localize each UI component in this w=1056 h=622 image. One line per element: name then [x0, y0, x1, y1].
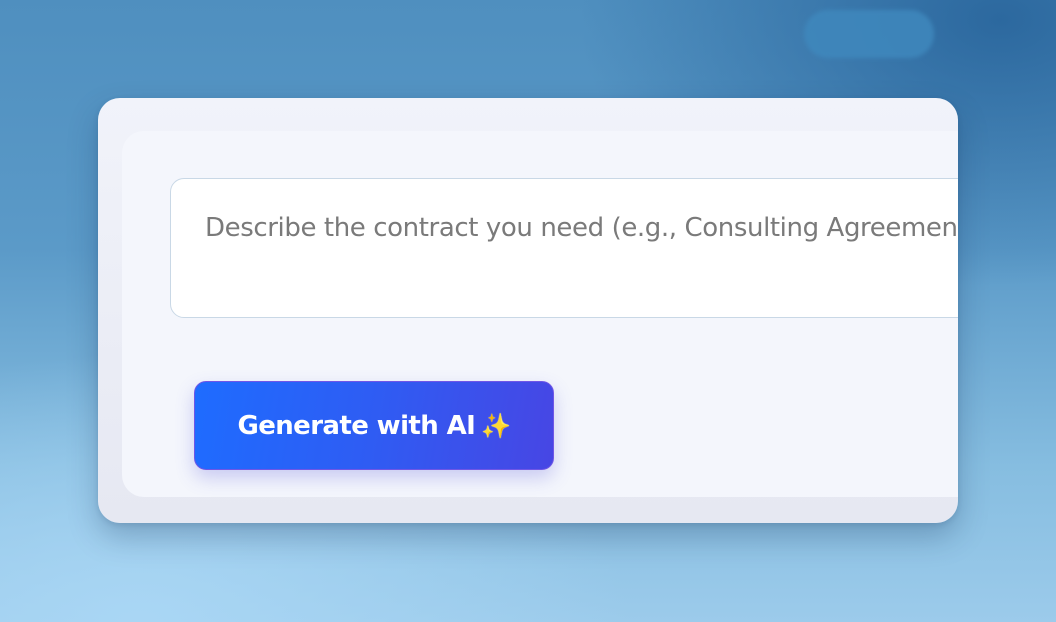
- sparkles-icon: ✨: [481, 411, 511, 440]
- generate-with-ai-button[interactable]: Generate with AI ✨: [194, 381, 554, 470]
- contract-description-input[interactable]: [170, 178, 958, 318]
- generate-button-label: Generate with AI: [237, 410, 476, 441]
- contract-generator-card: Generate with AI ✨: [98, 98, 958, 523]
- contract-generator-panel: Generate with AI ✨: [122, 131, 958, 497]
- blurred-background-element: [804, 10, 934, 58]
